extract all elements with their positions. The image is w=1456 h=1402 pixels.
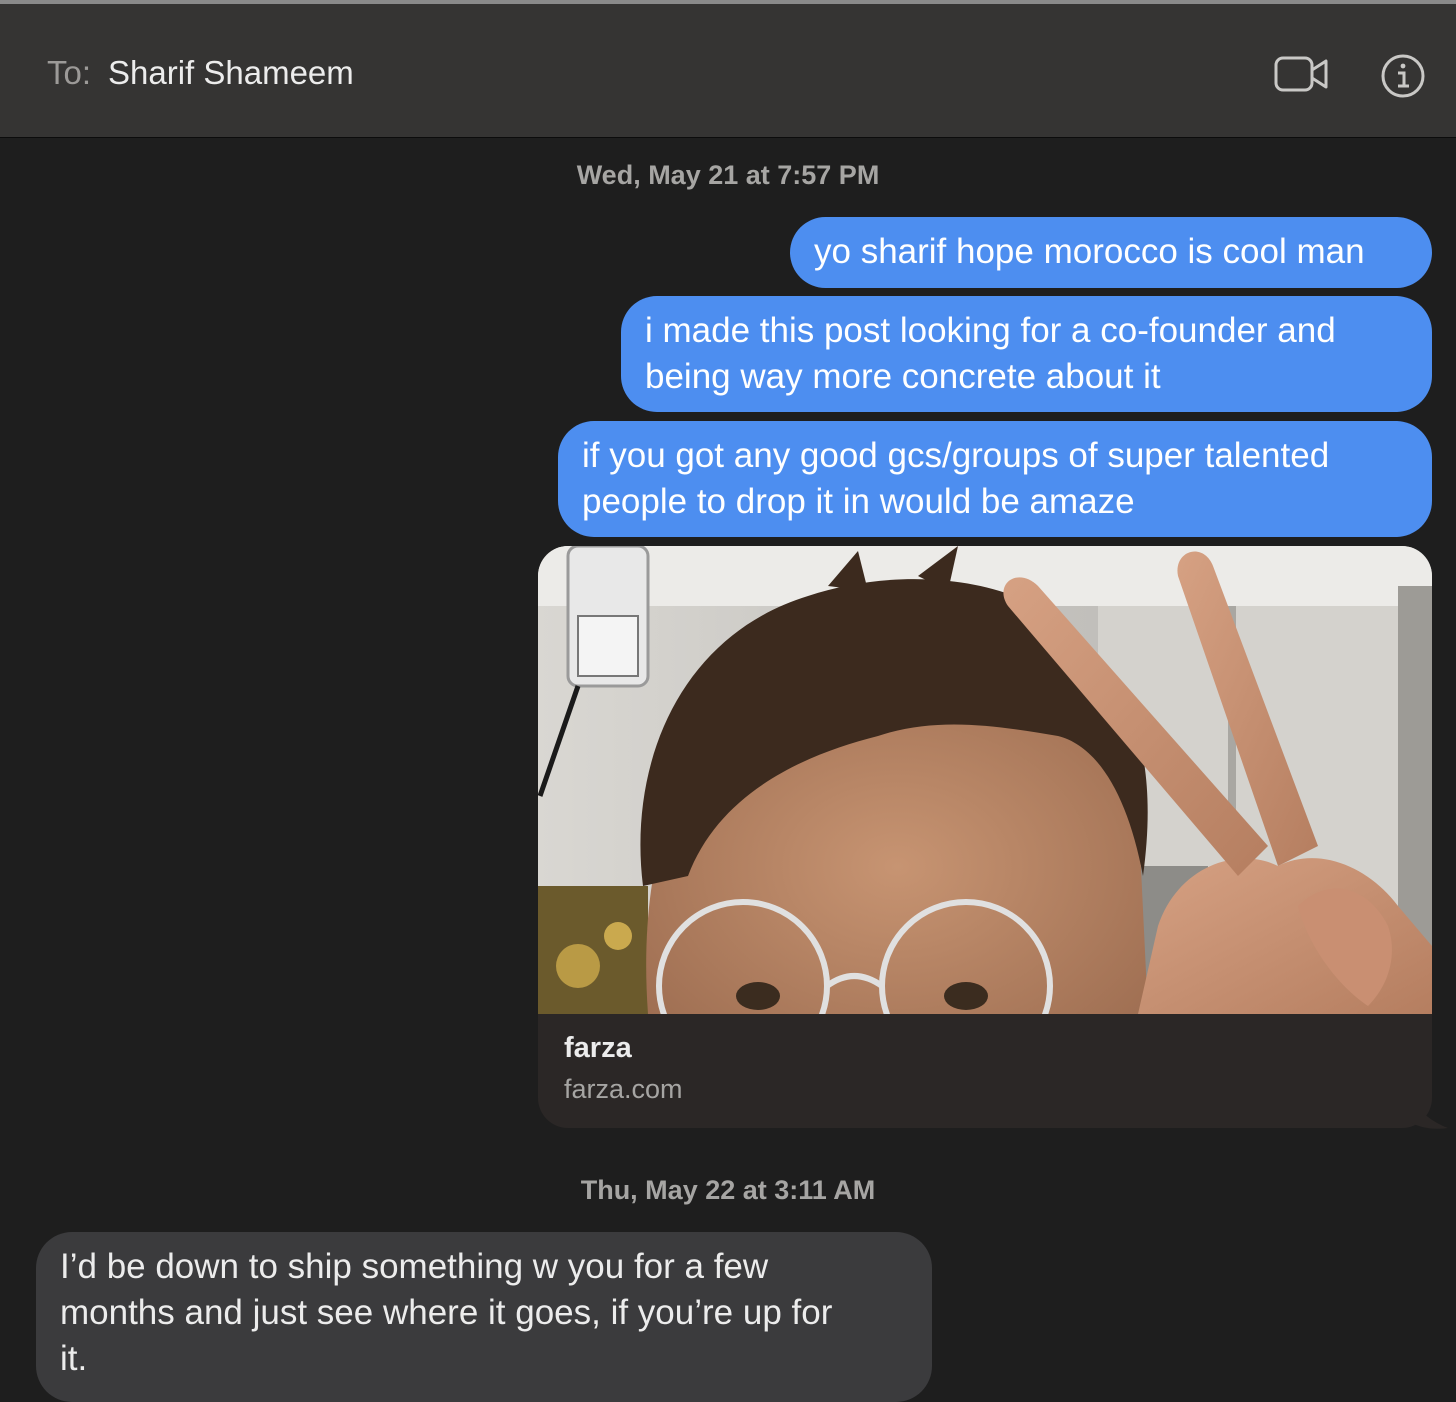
sent-message-bubble[interactable]: yo sharif hope morocco is cool man [790, 217, 1432, 288]
message-text: I’d be down to ship something w you for … [60, 1247, 833, 1378]
message-text: if you got any good gcs/groups of super … [582, 436, 1330, 521]
link-preview-image [538, 546, 1432, 1014]
message-timestamp: Wed, May 21 at 7:57 PM [576, 160, 880, 190]
message-text: yo sharif hope morocco is cool man [814, 232, 1365, 271]
video-camera-icon[interactable] [1270, 52, 1332, 98]
bubble-tail [1410, 1098, 1448, 1129]
message-timestamp: Thu, May 22 at 3:11 AM [580, 1175, 876, 1205]
link-preview-title: farza [564, 1032, 632, 1064]
to-label: To: [47, 54, 92, 91]
sent-message-bubble[interactable]: i made this post looking for a co-founde… [621, 296, 1432, 412]
link-preview-card[interactable]: farza farza.com [538, 546, 1432, 1128]
info-icon[interactable] [1378, 51, 1428, 101]
message-text: i made this post looking for a co-founde… [645, 311, 1336, 396]
sent-message-bubble[interactable]: if you got any good gcs/groups of super … [558, 421, 1432, 537]
link-preview-domain: farza.com [564, 1074, 683, 1104]
received-message-bubble[interactable]: I’d be down to ship something w you for … [36, 1232, 932, 1402]
recipient-name[interactable]: Sharif Shameem [108, 54, 354, 92]
conversation-header: To: Sharif Shameem [0, 4, 1456, 138]
